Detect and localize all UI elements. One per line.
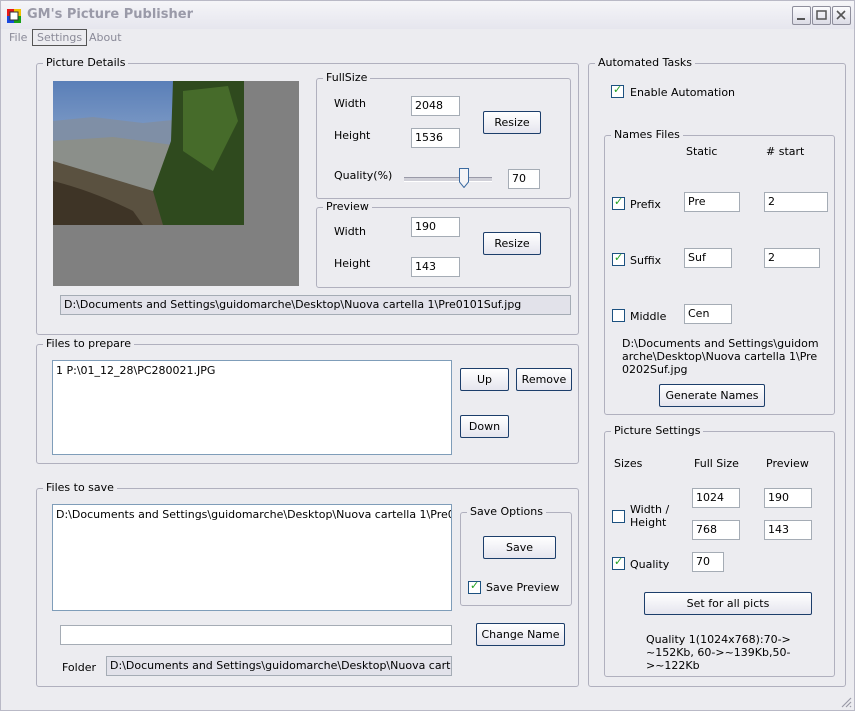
start-header: # start (766, 145, 805, 158)
preview-height-label: Height (334, 257, 371, 270)
width-height-label: Width / Height (630, 503, 670, 529)
generate-names-button[interactable]: Generate Names (659, 384, 765, 407)
save-preview-checkbox[interactable]: ✓ (468, 579, 481, 594)
checkmark-icon: ✓ (614, 555, 624, 568)
close-icon (836, 10, 846, 20)
preview-width-setting-input[interactable]: 190 (764, 488, 812, 508)
picture-thumbnail (53, 81, 244, 225)
picture-preview (53, 81, 299, 286)
checkmark-icon: ✓ (614, 251, 624, 264)
menu-bar: File Settings About (1, 29, 854, 47)
remove-button[interactable]: Remove (516, 368, 572, 391)
full-size-header: Full Size (694, 457, 739, 470)
quality-setting-input[interactable]: 70 (692, 552, 724, 572)
quality-slider[interactable] (404, 167, 492, 189)
fullsize-width-label: Width (334, 97, 366, 110)
prefix-label: Prefix (630, 198, 661, 211)
middle-label: Middle (630, 310, 667, 323)
middle-checkbox[interactable] (612, 309, 625, 322)
minimize-icon (797, 18, 805, 20)
prefix-checkbox[interactable]: ✓ (612, 195, 625, 210)
slider-thumb-icon (459, 168, 469, 189)
set-for-all-picts-button[interactable]: Set for all picts (644, 592, 812, 615)
picture-details-title: Picture Details (43, 56, 129, 69)
close-button[interactable] (832, 6, 851, 25)
full-width-input[interactable]: 1024 (692, 488, 740, 508)
suffix-label: Suffix (630, 254, 662, 267)
fullsize-height-label: Height (334, 129, 371, 142)
save-file-list[interactable]: D:\Documents and Settings\guidomarche\De… (52, 504, 452, 611)
folder-label: Folder (62, 661, 96, 674)
checkmark-icon: ✓ (614, 195, 624, 208)
fullsize-width-input[interactable]: 2048 (411, 96, 460, 116)
suffix-start-input[interactable]: 2 (764, 248, 820, 268)
prefix-start-input[interactable]: 2 (764, 192, 828, 212)
names-files-title: Names Files (611, 128, 683, 141)
list-item[interactable]: 1 P:\01_12_28\PC280021.JPG (56, 364, 448, 377)
quality-label: Quality(%) (334, 169, 393, 182)
down-button[interactable]: Down (460, 415, 509, 438)
preview-header: Preview (766, 457, 809, 470)
preview-width-label: Width (334, 225, 366, 238)
quality-info: Quality 1(1024x768):70-> ~152Kb, 60->~13… (646, 633, 791, 672)
change-name-button[interactable]: Change Name (476, 623, 565, 646)
preview-width-input[interactable]: 190 (411, 217, 460, 237)
prefix-input[interactable]: Pre (684, 192, 740, 212)
fullsize-height-input[interactable]: 1536 (411, 128, 460, 148)
files-to-save-title: Files to save (43, 481, 117, 494)
folder-path: D:\Documents and Settings\guidomarche\De… (106, 656, 452, 676)
maximize-icon (816, 10, 827, 20)
middle-input[interactable]: Cen (684, 304, 732, 324)
save-preview-label: Save Preview (486, 581, 560, 594)
fullsize-title: FullSize (323, 71, 371, 84)
quality-slider-thumb[interactable] (459, 168, 469, 189)
enable-automation-checkbox[interactable]: ✓ (611, 83, 624, 98)
menu-file[interactable]: File (9, 31, 27, 44)
quality-slider-track (404, 177, 492, 182)
new-name-input[interactable] (60, 625, 452, 645)
save-options-title: Save Options (467, 505, 546, 518)
minimize-button[interactable] (792, 6, 811, 25)
quality-input[interactable]: 70 (508, 169, 540, 189)
picture-settings-title: Picture Settings (611, 424, 704, 437)
preview-height-setting-input[interactable]: 143 (764, 520, 812, 540)
preview-height-input[interactable]: 143 (411, 257, 460, 277)
suffix-input[interactable]: Suf (684, 248, 732, 268)
static-header: Static (686, 145, 718, 158)
generated-name-result: D:\Documents and Settings\guidomarche\De… (622, 337, 819, 376)
prepare-file-list[interactable]: 1 P:\01_12_28\PC280021.JPG (52, 360, 452, 455)
fullsize-resize-button[interactable]: Resize (483, 111, 541, 134)
maximize-button[interactable] (812, 6, 831, 25)
automated-tasks-title: Automated Tasks (595, 56, 696, 69)
quality-setting-checkbox[interactable]: ✓ (612, 555, 625, 570)
quality-setting-label: Quality (630, 558, 670, 571)
list-item[interactable]: D:\Documents and Settings\guidomarche\De… (56, 508, 451, 521)
enable-automation-label: Enable Automation (630, 86, 736, 99)
full-height-input[interactable]: 768 (692, 520, 740, 540)
checkmark-icon: ✓ (470, 579, 480, 592)
window-title: GM's Picture Publisher (27, 7, 193, 22)
menu-about[interactable]: About (89, 31, 122, 44)
resize-grip-icon[interactable] (840, 696, 852, 708)
preview-resize-button[interactable]: Resize (483, 232, 541, 255)
app-window: GM's Picture Publisher File Settings Abo… (0, 0, 855, 711)
files-to-prepare-title: Files to prepare (43, 337, 134, 350)
width-height-checkbox[interactable] (612, 510, 625, 523)
suffix-checkbox[interactable]: ✓ (612, 251, 625, 266)
preview-title: Preview (323, 200, 372, 213)
save-button[interactable]: Save (483, 536, 556, 559)
title-bar[interactable]: GM's Picture Publisher (1, 1, 854, 29)
menu-settings[interactable]: Settings (32, 29, 88, 46)
checkmark-icon: ✓ (613, 83, 623, 96)
picture-path: D:\Documents and Settings\guidomarche\De… (60, 295, 571, 315)
up-button[interactable]: Up (460, 368, 509, 391)
sizes-header: Sizes (614, 457, 643, 470)
app-icon (7, 9, 21, 23)
